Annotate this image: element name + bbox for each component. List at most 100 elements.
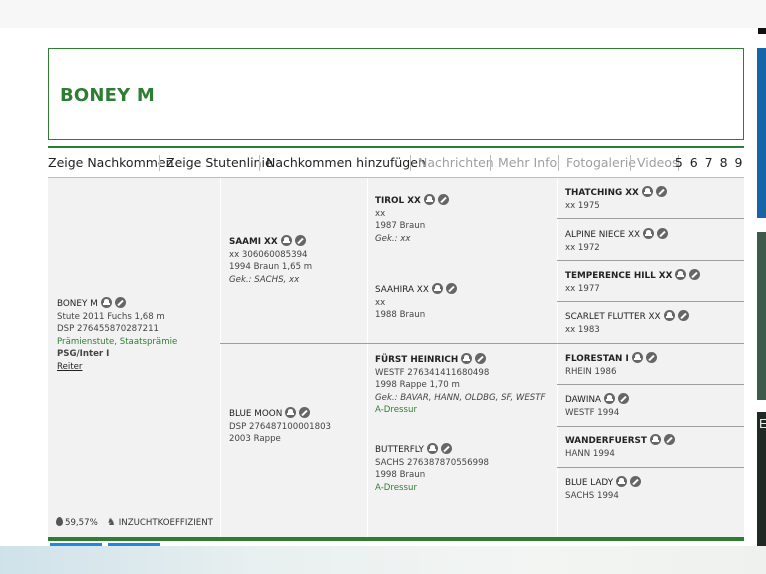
nav-separator: [490, 155, 491, 171]
horse-details: 1987 Braun: [375, 221, 426, 232]
pencil-icon[interactable]: [299, 407, 311, 418]
horse-discipline: PSG/Inter I: [57, 349, 110, 360]
pencil-icon[interactable]: [114, 297, 126, 308]
nav-separator: [410, 155, 411, 171]
pagination[interactable]: 5 6 7 8 9: [675, 155, 744, 170]
horse-name[interactable]: TEMPERENCE HILL XX: [565, 271, 672, 281]
horse-awards: Prämienstute, Staatsprämie: [57, 336, 178, 347]
blood-percentage: 59,57%: [65, 518, 98, 528]
nav-separator: [159, 155, 160, 171]
row-divider: [557, 384, 744, 385]
pencil-icon[interactable]: [657, 228, 669, 239]
pencil-icon[interactable]: [677, 310, 689, 321]
pedigree-gen3-entry: FLORESTAN I RHEIN 1986: [565, 352, 657, 378]
pencil-icon[interactable]: [475, 353, 487, 364]
pencil-icon[interactable]: [437, 194, 449, 205]
horse-name[interactable]: SCARLET FLUTTER XX: [565, 312, 661, 322]
inbreeding-link[interactable]: INZUCHTKOEFFIZIENT: [119, 518, 213, 528]
pedigree-gen3-entry: TEMPERENCE HILL XX xx 1977: [565, 269, 701, 295]
horse-registration: xx: [375, 208, 386, 219]
horse-details: xx 1983: [565, 324, 600, 335]
pedigree-table: BONEY M Stute 2011 Fuchs 1,68 m DSP 2764…: [48, 178, 744, 537]
family-tree-icon[interactable]: [100, 297, 112, 308]
nav-add-offspring[interactable]: Nachkommen hinzufügen: [266, 155, 426, 170]
pedigree-dam-dam: BUTTERFLY SACHS 276387870556998 1998 Bra…: [375, 443, 489, 494]
divider: [48, 537, 744, 541]
pencil-icon[interactable]: [618, 393, 630, 404]
horse-name[interactable]: THATCHING XX: [565, 188, 639, 198]
family-tree-icon[interactable]: [616, 476, 628, 487]
family-tree-icon[interactable]: [675, 269, 687, 280]
horse-name[interactable]: BLUE MOON: [229, 409, 282, 419]
nav-separator: [259, 155, 260, 171]
horse-name[interactable]: ALPINE NIECE XX: [565, 230, 640, 240]
nav-news[interactable]: Nachrichten: [418, 155, 494, 170]
horse-name[interactable]: DAWINA: [565, 395, 601, 405]
row-divider: [220, 343, 744, 344]
pencil-icon[interactable]: [445, 283, 457, 294]
nav-more-info[interactable]: Mehr Info: [498, 155, 557, 170]
pedigree-dam-sire: FÜRST HEINRICH WESTF 276341411680498 199…: [375, 353, 545, 417]
horse-approved: Gek.: BAVAR, HANN, OLDBG, SF, WESTF: [375, 392, 546, 403]
family-tree-icon[interactable]: [426, 443, 438, 454]
horse-name[interactable]: FÜRST HEINRICH: [375, 355, 458, 365]
pedigree-gen3-entry: SCARLET FLUTTER XX xx 1983: [565, 310, 689, 336]
horse-details: xx 1975: [565, 200, 600, 211]
horse-approved: Gek.: xx: [375, 233, 411, 244]
horse-name[interactable]: TIROL XX: [375, 196, 421, 206]
horse-details: 1994 Braun 1,65 m: [229, 262, 313, 273]
pencil-icon[interactable]: [663, 434, 675, 445]
horse-name[interactable]: BUTTERFLY: [375, 445, 424, 455]
pencil-icon[interactable]: [294, 235, 306, 246]
pedigree-sire: SAAMI XX xx 306060085394 1994 Braun 1,65…: [229, 235, 312, 286]
side-ad-strip[interactable]: [757, 48, 766, 218]
horse-name[interactable]: WANDERFUERST: [565, 436, 647, 446]
horse-icon: ♞: [106, 517, 116, 528]
horse-details: Stute 2011 Fuchs 1,68 m: [57, 311, 165, 322]
side-ad-strip[interactable]: [757, 232, 766, 400]
horse-details: SACHS 1994: [565, 490, 619, 501]
family-tree-icon[interactable]: [423, 194, 435, 205]
horse-nav: Zeige Nachkommen Zeige Stutenlinie Nachk…: [48, 148, 744, 178]
nav-separator: [630, 155, 631, 171]
bottom-overlay: [0, 546, 766, 574]
family-tree-icon[interactable]: [643, 228, 655, 239]
horse-details: HANN 1994: [565, 448, 615, 459]
nav-show-offspring[interactable]: Zeige Nachkommen: [48, 155, 174, 170]
family-tree-icon[interactable]: [663, 310, 675, 321]
pedigree-dam: BLUE MOON DSP 276487100001803 2003 Rappe: [229, 407, 331, 446]
family-tree-icon[interactable]: [631, 352, 643, 363]
family-tree-icon[interactable]: [280, 235, 292, 246]
horse-details: WESTF 1994: [565, 407, 620, 418]
family-tree-icon[interactable]: [461, 353, 473, 364]
horse-name[interactable]: BONEY M: [57, 299, 98, 309]
nav-videos[interactable]: Videos: [637, 155, 679, 170]
horse-details: 1998 Rappe 1,70 m: [375, 380, 460, 391]
pencil-icon[interactable]: [689, 269, 701, 280]
horse-name[interactable]: SAAHIRA XX: [375, 285, 429, 295]
pedigree-sire-sire: TIROL XX xx 1987 Braun Gek.: xx: [375, 194, 449, 245]
rider-link[interactable]: Reiter: [57, 362, 82, 372]
side-ad-strip[interactable]: [757, 412, 766, 547]
family-tree-icon[interactable]: [641, 186, 653, 197]
nav-show-dam-line[interactable]: Zeige Stutenlinie: [166, 155, 273, 170]
horse-details: xx 1977: [565, 283, 600, 294]
pencil-icon[interactable]: [655, 186, 667, 197]
horse-name[interactable]: BLUE LADY: [565, 478, 613, 488]
horse-name[interactable]: FLORESTAN I: [565, 354, 629, 364]
pencil-icon[interactable]: [645, 352, 657, 363]
pencil-icon[interactable]: [630, 476, 642, 487]
horse-details: xx 1972: [565, 242, 600, 253]
horse-details: 1998 Braun: [375, 470, 426, 481]
nav-separator: [558, 155, 559, 171]
drop-icon: [56, 517, 63, 526]
family-tree-icon[interactable]: [604, 393, 616, 404]
pedigree-gen3-entry: ALPINE NIECE XX xx 1972: [565, 228, 669, 254]
pencil-icon[interactable]: [440, 443, 452, 454]
family-tree-icon[interactable]: [649, 434, 661, 445]
nav-photo-gallery[interactable]: Fotogalerie: [566, 155, 636, 170]
horse-registration: DSP 276487100001803: [229, 421, 332, 432]
family-tree-icon[interactable]: [285, 407, 297, 418]
horse-name[interactable]: SAAMI XX: [229, 237, 278, 247]
family-tree-icon[interactable]: [431, 283, 443, 294]
